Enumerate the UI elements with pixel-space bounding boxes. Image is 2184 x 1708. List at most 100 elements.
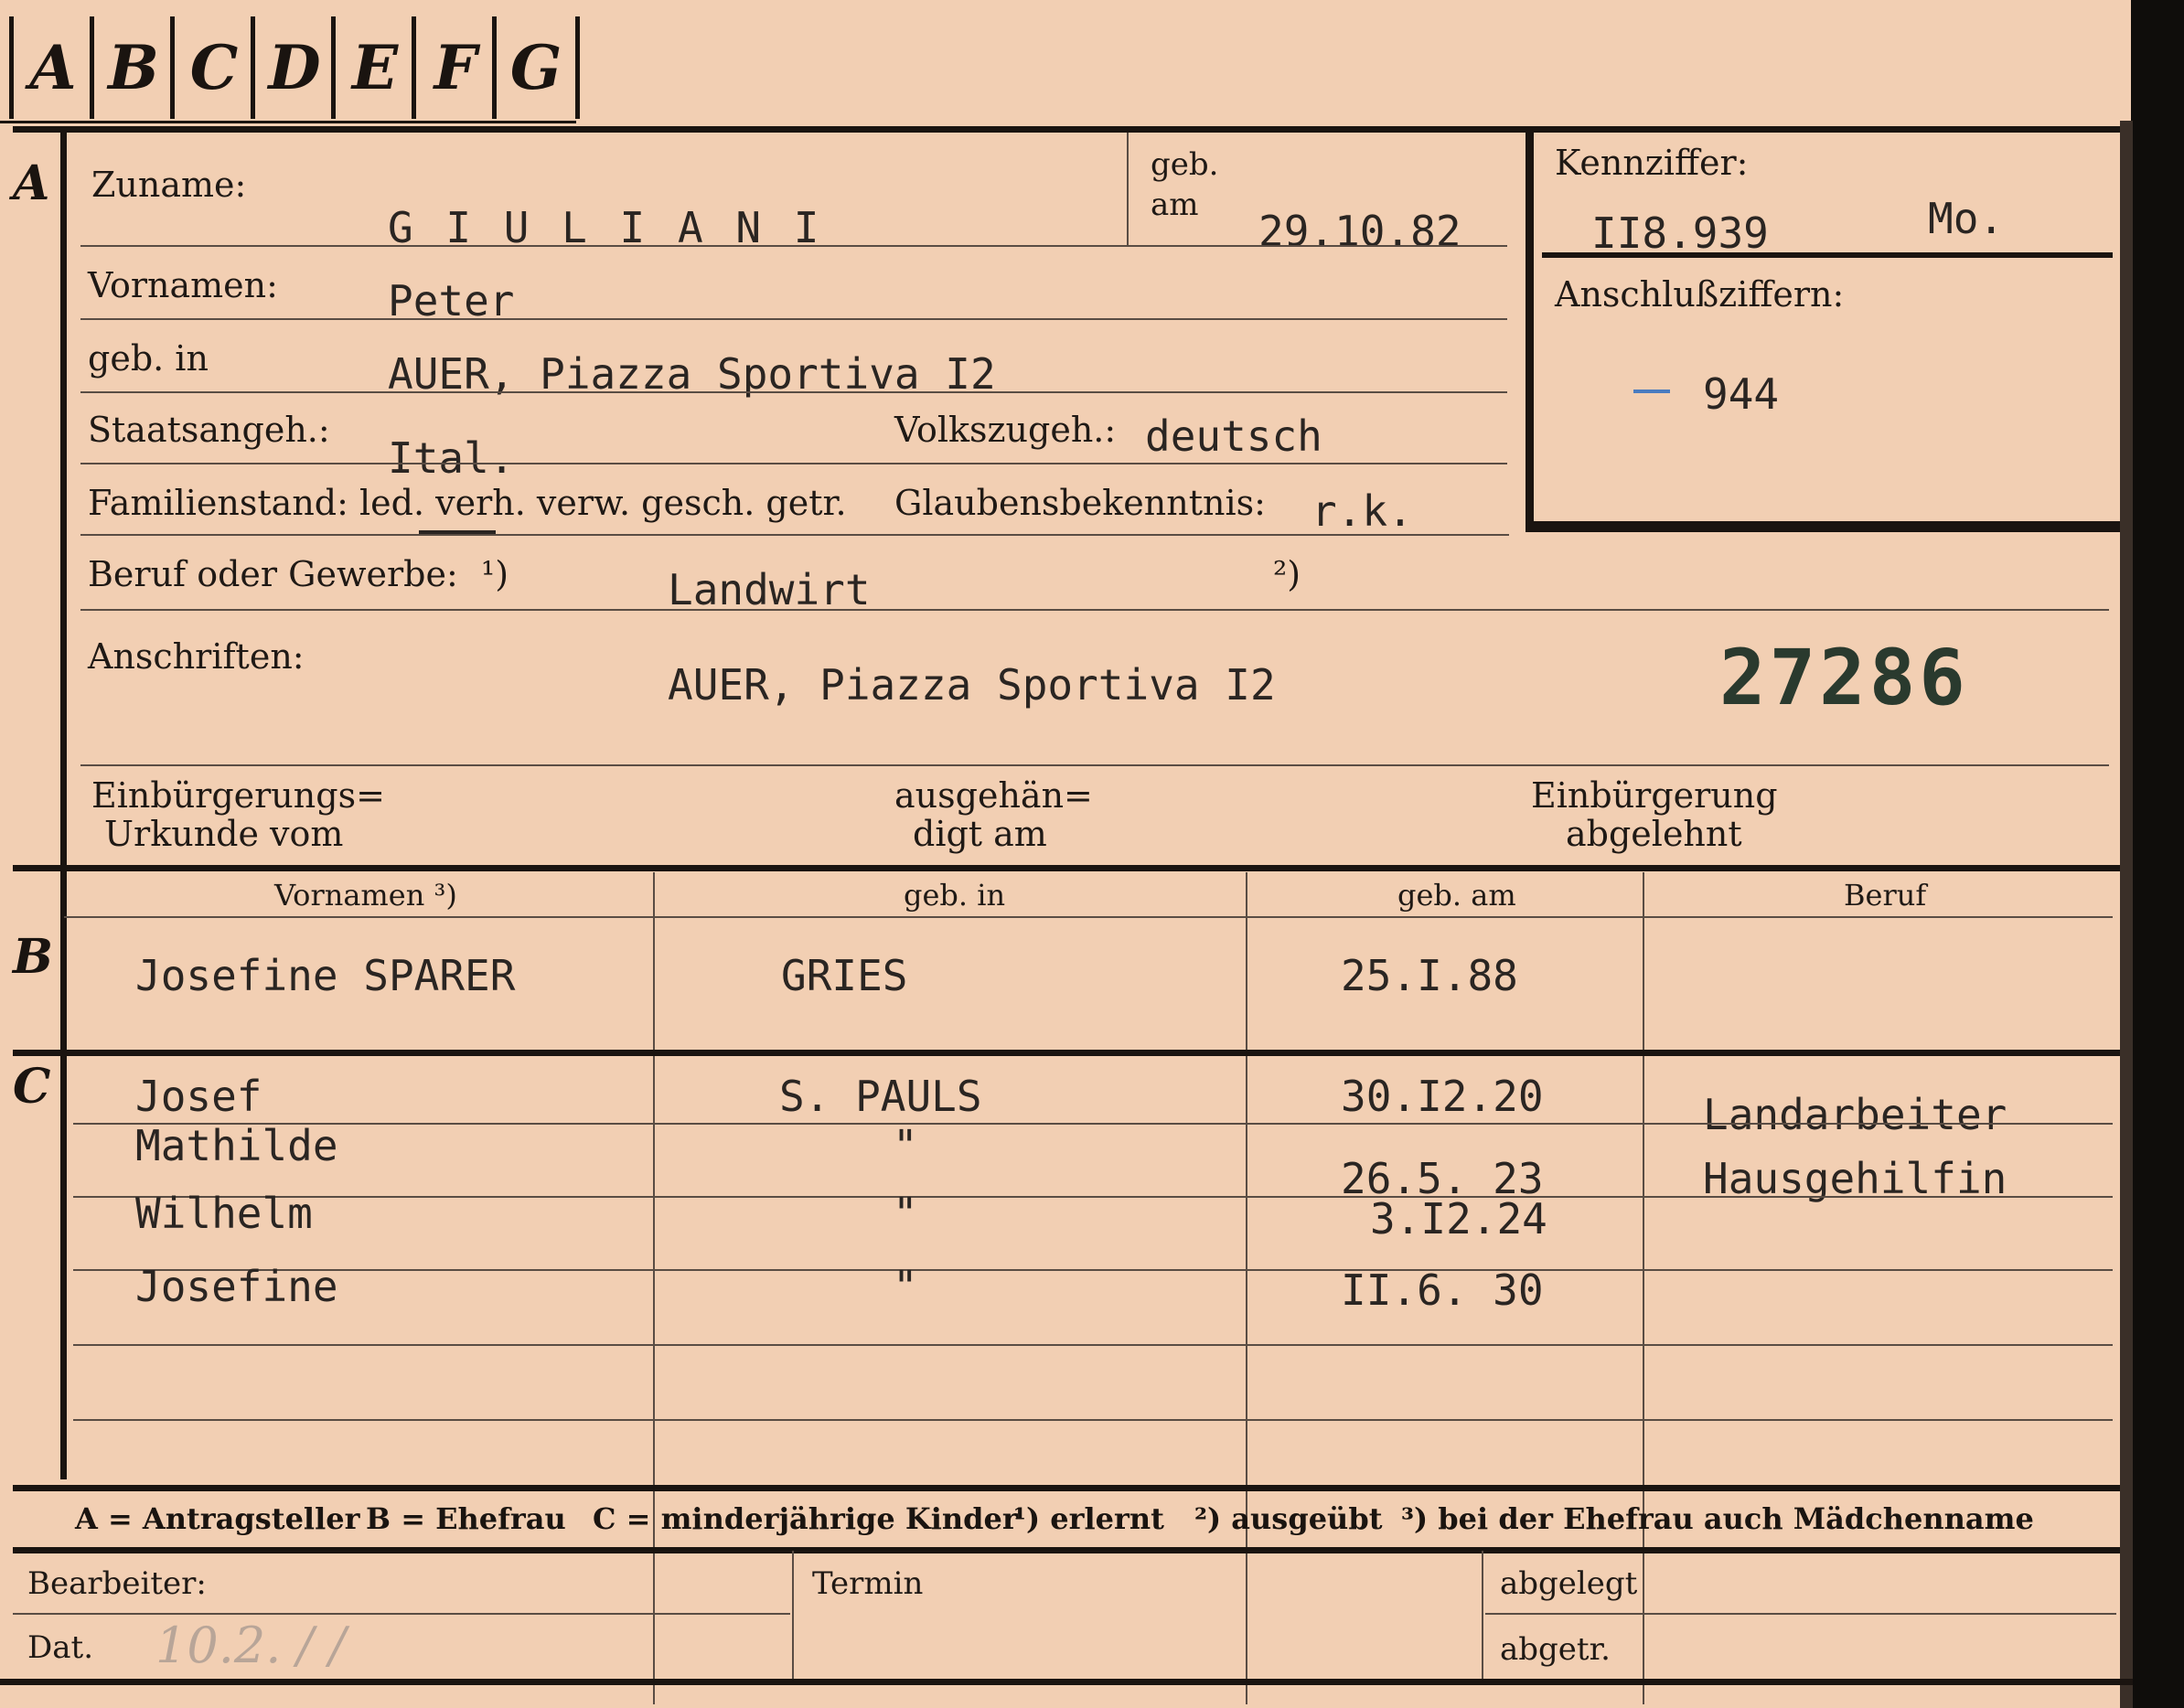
tab-f[interactable]: F — [412, 16, 495, 119]
tab-e[interactable]: E — [331, 16, 414, 119]
letter-tabs: A B C D E F G — [0, 0, 580, 123]
stamp-number: 27286 — [1719, 633, 1969, 722]
handed-label-2: digt am — [913, 814, 1047, 854]
family-status-label: Familienstand: led. verh. verw. gesch. g… — [88, 483, 847, 523]
tab-d[interactable]: D — [251, 16, 334, 119]
c-child-3-place: " — [893, 1189, 918, 1238]
religion-value: r.k. — [1311, 486, 1413, 536]
birthdate-label-2: am — [1151, 187, 1199, 223]
rule — [73, 1344, 2113, 1346]
b-spouse-name: Josefine SPARER — [135, 951, 516, 1000]
profession-value: Landwirt — [668, 565, 871, 614]
birthdate-value: 29.10.82 — [1258, 207, 1461, 256]
birthdate-label-1: geb. — [1151, 146, 1219, 183]
section-b-letter: B — [13, 929, 53, 985]
legend-note-1: ¹) erlernt — [1013, 1501, 1164, 1536]
c-child-4-date: II.6. 30 — [1341, 1265, 1544, 1315]
c-child-3-name: Wilhelm — [135, 1189, 313, 1238]
naturalization-doc-label-2: Urkunde vom — [104, 814, 344, 854]
b-header-birthdate: geb. am — [1397, 878, 1516, 913]
citizenship-label: Staatsangeh.: — [88, 410, 330, 450]
id-number-value: II8.939 — [1591, 208, 1769, 258]
c-child-2-place: " — [893, 1121, 918, 1170]
address-value: AUER, Piazza Sportiva I2 — [668, 660, 1276, 710]
legend-b: B = Ehefrau — [366, 1501, 566, 1536]
filed-label: abgelegt — [1500, 1565, 1638, 1602]
rule — [80, 463, 1507, 464]
blue-dash-mark — [1633, 390, 1670, 393]
birthplace-label: geb. in — [88, 338, 209, 379]
id-number-box — [1526, 130, 2120, 532]
tab-c[interactable]: C — [170, 16, 253, 119]
firstnames-label: Vornamen: — [88, 265, 278, 305]
appointment-label: Termin — [812, 1565, 924, 1602]
legend-note-2: ²) ausgeübt — [1194, 1501, 1383, 1536]
surname-label: Zuname: — [91, 165, 247, 205]
rejected-label-2: abgelehnt — [1566, 814, 1742, 854]
profession-note-2: ²) — [1273, 554, 1301, 594]
link-numbers-label: Anschlußziffern: — [1555, 274, 1845, 315]
id-number-rule — [1542, 252, 2113, 258]
tab-a[interactable]: A — [9, 16, 92, 119]
column-divider — [1246, 872, 1247, 1704]
legend-bottom-rule — [13, 1547, 2120, 1553]
legend-c: C = minderjährige Kinder — [593, 1501, 1018, 1536]
c-child-1-name: Josef — [135, 1072, 262, 1121]
rule — [1485, 1613, 2116, 1615]
rule — [73, 1419, 2113, 1421]
section-c-top-rule — [13, 1050, 2120, 1056]
b-header-names: Vornamen ³) — [274, 878, 457, 913]
rule — [73, 1269, 2113, 1271]
column-divider — [1482, 1551, 1483, 1679]
rule — [13, 1613, 790, 1615]
c-child-4-place: " — [893, 1262, 918, 1311]
citizenship-value: Ital. — [388, 433, 515, 483]
handed-label-1: ausgehän= — [894, 775, 1093, 816]
card-bottom-rule — [0, 1679, 2133, 1685]
frame-left — [60, 126, 67, 1479]
card-right-edge — [2120, 121, 2133, 1708]
rule — [80, 318, 1507, 320]
column-divider — [653, 872, 655, 1704]
address-label: Anschriften: — [88, 636, 305, 677]
date-label: Dat. — [27, 1629, 94, 1666]
column-divider — [1643, 872, 1644, 1704]
column-divider — [792, 1551, 794, 1679]
section-b-top-rule — [13, 865, 2120, 871]
legend-top-rule — [13, 1485, 2120, 1491]
legend-note-3: ³) bei der Ehefrau auch Mädchenname — [1401, 1501, 2034, 1536]
ethnicity-value: deutsch — [1145, 411, 1322, 461]
section-c-letter: C — [13, 1059, 51, 1115]
rule — [80, 609, 2109, 611]
id-number-label: Kennziffer: — [1555, 143, 1749, 183]
rule — [73, 1196, 2113, 1198]
tab-b[interactable]: B — [90, 16, 173, 119]
religion-label: Glaubensbekenntnis: — [894, 483, 1266, 523]
rule — [80, 391, 1507, 393]
tab-g[interactable]: G — [492, 16, 580, 119]
rejected-label-1: Einbürgerung — [1531, 775, 1778, 816]
link-number-value: 944 — [1703, 369, 1780, 419]
date-value: 10.2. / / — [155, 1617, 347, 1674]
c-child-1-place: S. PAULS — [779, 1072, 982, 1121]
naturalization-doc-label-1: Einbürgerungs= — [91, 775, 385, 816]
divider — [1127, 133, 1129, 247]
b-header-profession: Beruf — [1844, 878, 1927, 913]
c-child-1-job: Landarbeiter — [1703, 1090, 2007, 1139]
rule — [73, 1123, 2113, 1125]
b-header-birthplace: geb. in — [904, 878, 1006, 913]
ethnicity-label: Volkszugeh.: — [894, 410, 1117, 450]
clerk-label: Bearbeiter: — [27, 1565, 207, 1602]
b-spouse-birthplace: GRIES — [781, 951, 908, 1000]
c-child-1-date: 30.I2.20 — [1341, 1072, 1544, 1121]
rule — [80, 534, 1509, 536]
c-child-4-name: Josefine — [135, 1262, 338, 1311]
rule — [80, 245, 1507, 247]
c-child-2-name: Mathilde — [135, 1121, 338, 1170]
id-suffix: Mo. — [1928, 194, 2005, 243]
rule — [64, 916, 2113, 918]
profession-note-1: ¹) — [481, 554, 509, 594]
b-spouse-birthdate: 25.I.88 — [1341, 951, 1518, 1000]
legend-a: A = Antragsteller — [75, 1501, 360, 1536]
c-child-3-date: 3.I2.24 — [1370, 1194, 1547, 1244]
